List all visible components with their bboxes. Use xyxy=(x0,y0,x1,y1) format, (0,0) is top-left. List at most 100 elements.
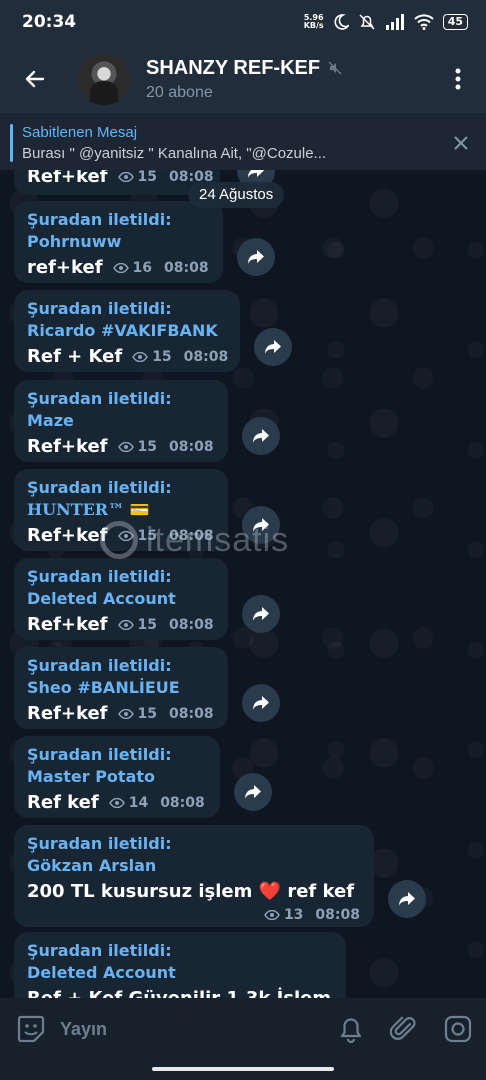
home-gesture-handle[interactable] xyxy=(152,1067,334,1071)
forward-button[interactable] xyxy=(237,238,275,276)
message-bubble[interactable]: Şuradan iletildi: Pohrnuww ref+kef 16 08… xyxy=(14,201,223,283)
view-count: 15 xyxy=(137,170,157,185)
forwarded-from-label: Şuradan iletildi: xyxy=(27,941,172,960)
itemsatis-watermark: itemsatis xyxy=(100,520,380,560)
message-text-part: ref kef xyxy=(287,881,355,902)
message-bubble[interactable]: Şuradan iletildi: Maze Ref+kef 15 08:08 xyxy=(14,380,228,462)
forwarded-from-label: Şuradan iletildi: xyxy=(27,834,172,853)
network-speed: 5.96 KB/s xyxy=(304,14,324,30)
message-input[interactable]: Yayın xyxy=(60,1019,107,1040)
message-text: Ref+kef xyxy=(27,703,108,724)
message-text: Ref kef xyxy=(27,792,99,813)
message-bubble[interactable]: Şuradan iletildi: Deleted Account Ref + … xyxy=(14,932,346,998)
forward-icon xyxy=(248,170,264,178)
message-text: Ref+kef xyxy=(27,436,108,457)
watermark-logo-icon xyxy=(100,521,138,559)
channel-avatar[interactable] xyxy=(78,53,130,105)
muted-icon xyxy=(328,61,342,75)
forwarded-from-label: Şuradan iletildi: xyxy=(27,656,172,675)
view-count: 15 xyxy=(137,439,157,455)
message-text: Ref+kef xyxy=(27,170,108,187)
more-options-button[interactable] xyxy=(430,44,486,114)
pinned-close-button[interactable] xyxy=(436,115,486,171)
message-bubble[interactable]: Şuradan iletildi: Master Potato Ref kef … xyxy=(14,736,220,818)
message-body: Ref + Kef 15 08:08 xyxy=(27,342,228,372)
message-body: Ref+kef 15 08:08 xyxy=(27,170,214,192)
message-body: Ref+kef 15 08:08 xyxy=(27,699,215,729)
pinned-message-bar[interactable]: Sabitlenen Mesaj Burası " @yanitsiz " Ka… xyxy=(0,114,486,170)
forward-button[interactable] xyxy=(254,328,292,366)
message-meta: 13 08:08 xyxy=(264,907,360,923)
message-meta: 15 08:08 xyxy=(117,439,214,455)
message-body: Ref+kef 15 08:08 xyxy=(27,432,215,462)
network-speed-unit: KB/s xyxy=(303,21,324,30)
pinned-message: Burası " @yanitsiz " Kanalına Ait, "@Coz… xyxy=(22,144,327,162)
forwarded-from-name: HUNTER™ 💳 xyxy=(27,500,150,519)
views-icon xyxy=(117,620,134,630)
system-nav-bar xyxy=(0,1060,486,1080)
message-time: 08:08 xyxy=(160,795,205,811)
channel-title: SHANZY REF-KEF xyxy=(146,57,342,80)
views-icon xyxy=(108,798,125,808)
forwarded-from-name: Gökzan Arslan xyxy=(27,856,157,875)
forward-button[interactable] xyxy=(242,417,280,455)
message-text: Ref+kef xyxy=(27,614,108,635)
message-text: Ref+kef xyxy=(27,525,108,546)
forward-button[interactable] xyxy=(388,880,426,918)
sticker-icon[interactable] xyxy=(16,1014,46,1044)
battery-level: 45 xyxy=(442,14,468,30)
subscriber-count: 20 abone xyxy=(146,83,213,101)
pinned-accent-line xyxy=(10,123,13,162)
back-button[interactable] xyxy=(0,44,70,114)
view-count: 15 xyxy=(137,617,157,633)
forwarded-from-name: Ricardo #VAKIFBANK xyxy=(27,321,218,340)
views-icon xyxy=(117,442,134,452)
views-icon xyxy=(112,263,129,273)
message-time: 08:08 xyxy=(164,260,209,276)
message-body: ref+kef 16 08:08 xyxy=(27,253,210,283)
forward-button[interactable] xyxy=(234,773,272,811)
message-bubble[interactable]: Şuradan iletildi: Ricardo #VAKIFBANK Ref… xyxy=(14,290,240,372)
forwarded-from-name: Maze xyxy=(27,411,74,430)
forward-icon xyxy=(253,696,269,710)
message-list[interactable]: 24 Ağustos Ref+kef 15 08:08 Şuradan ilet… xyxy=(0,170,486,998)
message-time: 08:08 xyxy=(169,617,214,633)
channel-info[interactable]: SHANZY REF-KEF 20 abone xyxy=(146,57,342,102)
message-text: Ref + Kef Güvenilir 1.3k İşlem xyxy=(27,984,333,998)
signal-icon xyxy=(385,14,404,30)
view-count: 15 xyxy=(137,706,157,722)
message-text: 200 TL kusursuz işlem ❤️ ref kef xyxy=(27,877,361,907)
forward-icon xyxy=(253,429,269,443)
message-bubble[interactable]: Şuradan iletildi: Gökzan Arslan 200 TL k… xyxy=(14,825,374,927)
forwarded-from-label: Şuradan iletildi: xyxy=(27,478,172,497)
view-count: 13 xyxy=(283,907,304,923)
bell-icon[interactable] xyxy=(338,1015,364,1043)
forward-icon xyxy=(265,340,281,354)
forwarded-from-label: Şuradan iletildi: xyxy=(27,299,172,318)
message-bubble[interactable]: Şuradan iletildi: Deleted Account Ref+ke… xyxy=(14,558,228,640)
camera-icon[interactable] xyxy=(444,1015,472,1043)
views-icon xyxy=(117,709,134,719)
forward-button[interactable] xyxy=(242,595,280,633)
watermark-text: itemsatis xyxy=(146,520,290,559)
views-icon xyxy=(132,352,149,362)
pinned-label: Sabitlenen Mesaj xyxy=(22,123,138,141)
view-count: 14 xyxy=(128,795,149,811)
mute-bell-icon xyxy=(359,14,375,30)
chat-header: SHANZY REF-KEF 20 abone xyxy=(0,44,486,114)
views-icon xyxy=(264,910,280,920)
message-meta: 15 08:08 xyxy=(117,617,214,633)
forwarded-from-label: Şuradan iletildi: xyxy=(27,745,172,764)
forwarded-from-name: Deleted Account xyxy=(27,963,176,982)
forward-icon xyxy=(253,607,269,621)
message-body: Ref kef 14 08:08 xyxy=(27,788,207,818)
forward-icon xyxy=(248,250,264,264)
message-body: Ref+kef 15 08:08 xyxy=(27,610,215,640)
message-meta: 14 08:08 xyxy=(108,795,205,811)
more-vert-icon xyxy=(455,68,461,90)
message-bubble[interactable]: Şuradan iletildi: Sheo #BANLİEUE Ref+kef… xyxy=(14,647,228,729)
forward-button[interactable] xyxy=(242,684,280,722)
message-time: 08:08 xyxy=(169,706,214,722)
forwarded-from-name: Master Potato xyxy=(27,767,156,786)
attach-icon[interactable] xyxy=(390,1015,418,1043)
